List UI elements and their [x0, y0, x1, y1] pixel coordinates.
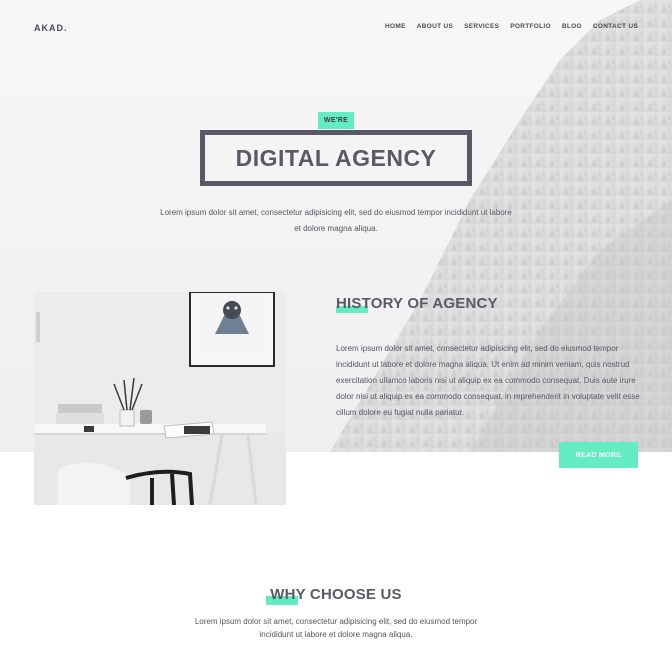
hero-title-box: DIGITAL AGENCY — [200, 130, 472, 186]
nav-contact-us[interactable]: CONTACT US — [593, 23, 638, 30]
nav-portfolio[interactable]: PORTFOLIO — [510, 23, 551, 30]
why-description: Lorem ipsum dolor sit amet, consectetur … — [194, 617, 478, 639]
hero-title: DIGITAL AGENCY — [235, 144, 437, 171]
main-nav: HOME ABOUT US SERVICES PORTFOLIO BLOG CO… — [385, 23, 638, 30]
nav-services[interactable]: SERVICES — [464, 23, 499, 30]
nav-blog[interactable]: BLOG — [562, 23, 582, 30]
logo[interactable]: AKAD. — [34, 23, 68, 33]
nav-home[interactable]: HOME — [385, 23, 406, 30]
hero-tag: WE'RE — [318, 112, 354, 129]
nav-about-us[interactable]: ABOUT US — [417, 23, 453, 30]
desk-photo — [34, 292, 286, 505]
hero-description: Lorem ipsum dolor sit amet, consectetur … — [160, 208, 512, 233]
history-title: HISTORY OF AGENCY — [336, 295, 498, 312]
history-description: Lorem ipsum dolor sit amet, consectetur … — [336, 344, 640, 417]
why-title: WHY CHOOSE US — [270, 586, 402, 603]
read-more-button[interactable]: READ MORE — [559, 442, 638, 468]
